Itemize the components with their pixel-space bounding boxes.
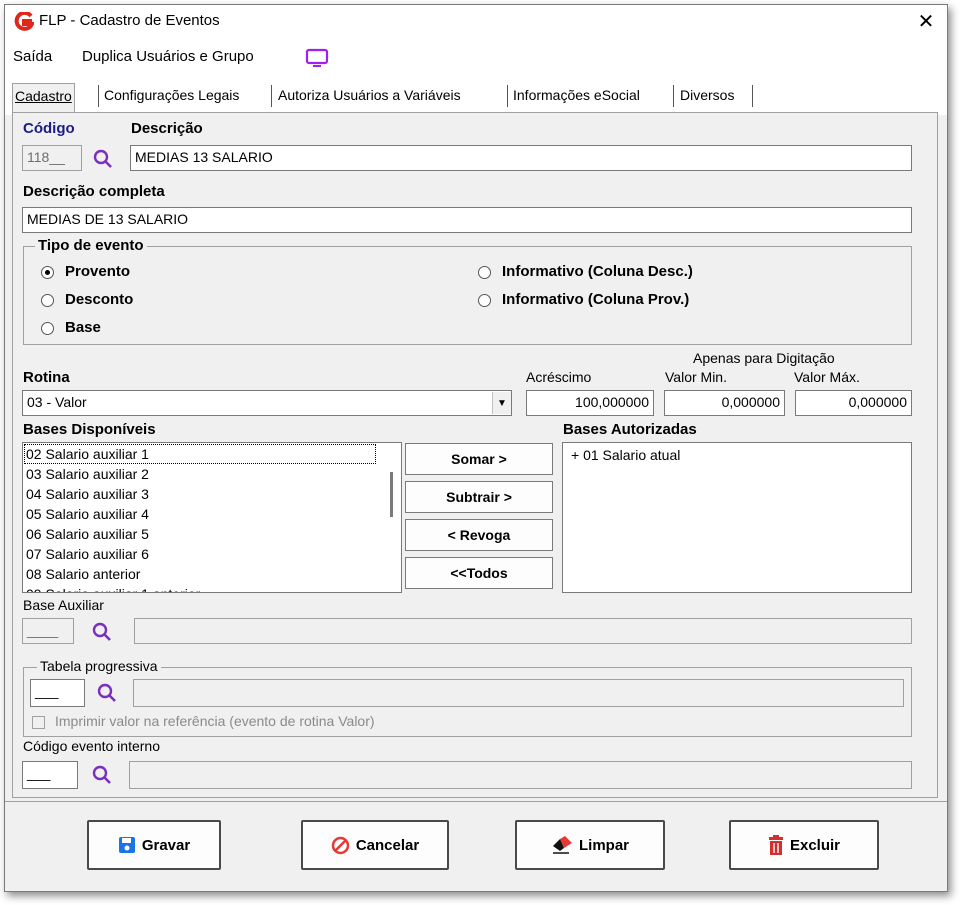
cancelar-button[interactable]: Cancelar [301, 820, 449, 870]
list-item[interactable]: 06 Salario auxiliar 5 [24, 524, 376, 544]
footer-separator [5, 801, 947, 802]
tab-informacoes-esocial[interactable]: Informações eSocial [511, 83, 642, 109]
excluir-button-label: Excluir [789, 836, 841, 854]
codigo-field[interactable]: 118__ [22, 145, 82, 171]
tipo-evento-title: Tipo de evento [35, 237, 147, 254]
subtrair-button[interactable]: Subtrair > [405, 481, 553, 513]
list-item[interactable]: 07 Salario auxiliar 6 [24, 544, 376, 564]
valor-max-field[interactable]: 0,000000 [795, 390, 912, 416]
rotina-label: Rotina [23, 369, 70, 386]
list-item[interactable]: 08 Salario anterior [24, 564, 376, 584]
cancel-icon [331, 836, 350, 854]
somar-button[interactable]: Somar > [405, 443, 553, 475]
close-button[interactable]: ✕ [911, 7, 941, 37]
codigo-evento-interno-desc-field [129, 761, 912, 789]
descricao-completa-field[interactable]: MEDIAS DE 13 SALARIO [22, 207, 912, 233]
radio-informativo-desc[interactable] [478, 266, 491, 279]
list-item[interactable]: 03 Salario auxiliar 2 [24, 464, 376, 484]
rotina-selected-value: 03 - Valor [27, 394, 87, 410]
descricao-field[interactable]: MEDIAS 13 SALARIO [130, 145, 912, 171]
somar-button-label: Somar > [451, 451, 507, 467]
bases-disponiveis-label: Bases Disponíveis [23, 421, 156, 438]
tabela-progressiva-title: Tabela progressiva [37, 658, 161, 674]
base-auxiliar-desc-field [134, 618, 912, 644]
list-item[interactable]: 05 Salario auxiliar 4 [24, 504, 376, 524]
search-icon[interactable] [96, 682, 118, 704]
chevron-down-icon[interactable]: ▼ [492, 392, 511, 414]
radio-base[interactable] [41, 322, 54, 335]
todos-button-label: <<Todos [450, 565, 508, 581]
base-auxiliar-code-field[interactable]: ____ [22, 618, 74, 644]
list-item[interactable]: 04 Salario auxiliar 3 [24, 484, 376, 504]
tabela-progressiva-desc-field [133, 679, 904, 707]
menu-duplica-usuarios[interactable]: Duplica Usuários e Grupo [82, 48, 254, 65]
list-scrollbar[interactable] [384, 444, 401, 592]
app-logo-icon [14, 12, 34, 31]
cancelar-button-label: Cancelar [355, 836, 420, 854]
tipo-evento-group [23, 246, 912, 345]
codigo-evento-interno-label: Código evento interno [23, 738, 160, 754]
rotina-select[interactable]: 03 - Valor [22, 390, 512, 416]
monitor-icon[interactable] [305, 48, 329, 68]
imprimir-valor-checkbox[interactable] [32, 716, 45, 729]
excluir-button[interactable]: Excluir [729, 820, 879, 870]
main-window: FLP - Cadastro de Eventos ✕ Saída Duplic… [4, 4, 948, 892]
acrescimo-field[interactable]: 100,000000 [526, 390, 654, 416]
list-item[interactable]: + 01 Salario atual [569, 445, 909, 465]
codigo-label: Código [23, 120, 75, 137]
list-item[interactable]: 02 Salario auxiliar 1 [24, 444, 376, 464]
radio-desconto[interactable] [41, 294, 54, 307]
bases-disponiveis-list[interactable]: 02 Salario auxiliar 1 03 Salario auxiliar… [22, 442, 402, 593]
descricao-label: Descrição [131, 120, 203, 137]
trash-icon [768, 835, 783, 855]
tab-configuracoes-legais[interactable]: Configurações Legais [102, 83, 241, 109]
tabela-progressiva-code-field[interactable]: ___ [30, 679, 85, 707]
revoga-button-label: < Revoga [447, 527, 511, 543]
subtrair-button-label: Subtrair > [446, 489, 512, 505]
valor-min-label: Valor Min. [665, 369, 727, 385]
tab-cadastro[interactable]: Cadastro [12, 83, 75, 113]
radio-provento-label: Provento [65, 263, 131, 280]
descricao-completa-label: Descrição completa [23, 183, 165, 200]
imprimir-valor-label: Imprimir valor na referência (evento de … [55, 713, 375, 729]
revoga-button[interactable]: < Revoga [405, 519, 553, 551]
bases-autorizadas-list[interactable]: + 01 Salario atual [562, 442, 912, 593]
acrescimo-label: Acréscimo [526, 369, 592, 385]
valor-min-field[interactable]: 0,000000 [664, 390, 785, 416]
list-item[interactable]: 09 Salario auxiliar 1 anterior [24, 584, 376, 592]
menu-saida[interactable]: Saída [13, 48, 52, 65]
valor-max-label: Valor Máx. [794, 369, 860, 385]
bases-autorizadas-items: + 01 Salario atual [569, 445, 909, 465]
search-icon[interactable] [91, 764, 113, 786]
base-auxiliar-label: Base Auxiliar [23, 597, 104, 613]
gravar-button-label: Gravar [141, 836, 191, 854]
search-icon[interactable] [91, 621, 113, 643]
limpar-button[interactable]: Limpar [515, 820, 665, 870]
window-title: FLP - Cadastro de Eventos [39, 12, 220, 29]
apenas-digitacao-label: Apenas para Digitação [693, 350, 835, 366]
gravar-button[interactable]: Gravar [87, 820, 221, 870]
tab-autoriza-usuarios[interactable]: Autoriza Usuários a Variáveis [276, 83, 463, 109]
radio-provento[interactable] [41, 266, 54, 279]
scrollbar-thumb[interactable] [390, 472, 393, 517]
radio-informativo-prov[interactable] [478, 294, 491, 307]
bases-disponiveis-items: 02 Salario auxiliar 1 03 Salario auxiliar… [24, 444, 376, 592]
tab-diversos[interactable]: Diversos [678, 83, 736, 109]
limpar-button-label: Limpar [578, 836, 629, 854]
codigo-evento-interno-field[interactable]: ___ [22, 761, 78, 789]
radio-desconto-label: Desconto [65, 291, 134, 308]
search-icon[interactable] [92, 148, 114, 170]
radio-informativo-prov-label: Informativo (Coluna Prov.) [502, 291, 690, 308]
radio-informativo-desc-label: Informativo (Coluna Desc.) [502, 263, 693, 280]
todos-button[interactable]: <<Todos [405, 557, 553, 589]
eraser-icon [552, 836, 572, 854]
save-icon [118, 837, 135, 853]
radio-base-label: Base [65, 319, 101, 336]
bases-autorizadas-label: Bases Autorizadas [563, 421, 697, 438]
